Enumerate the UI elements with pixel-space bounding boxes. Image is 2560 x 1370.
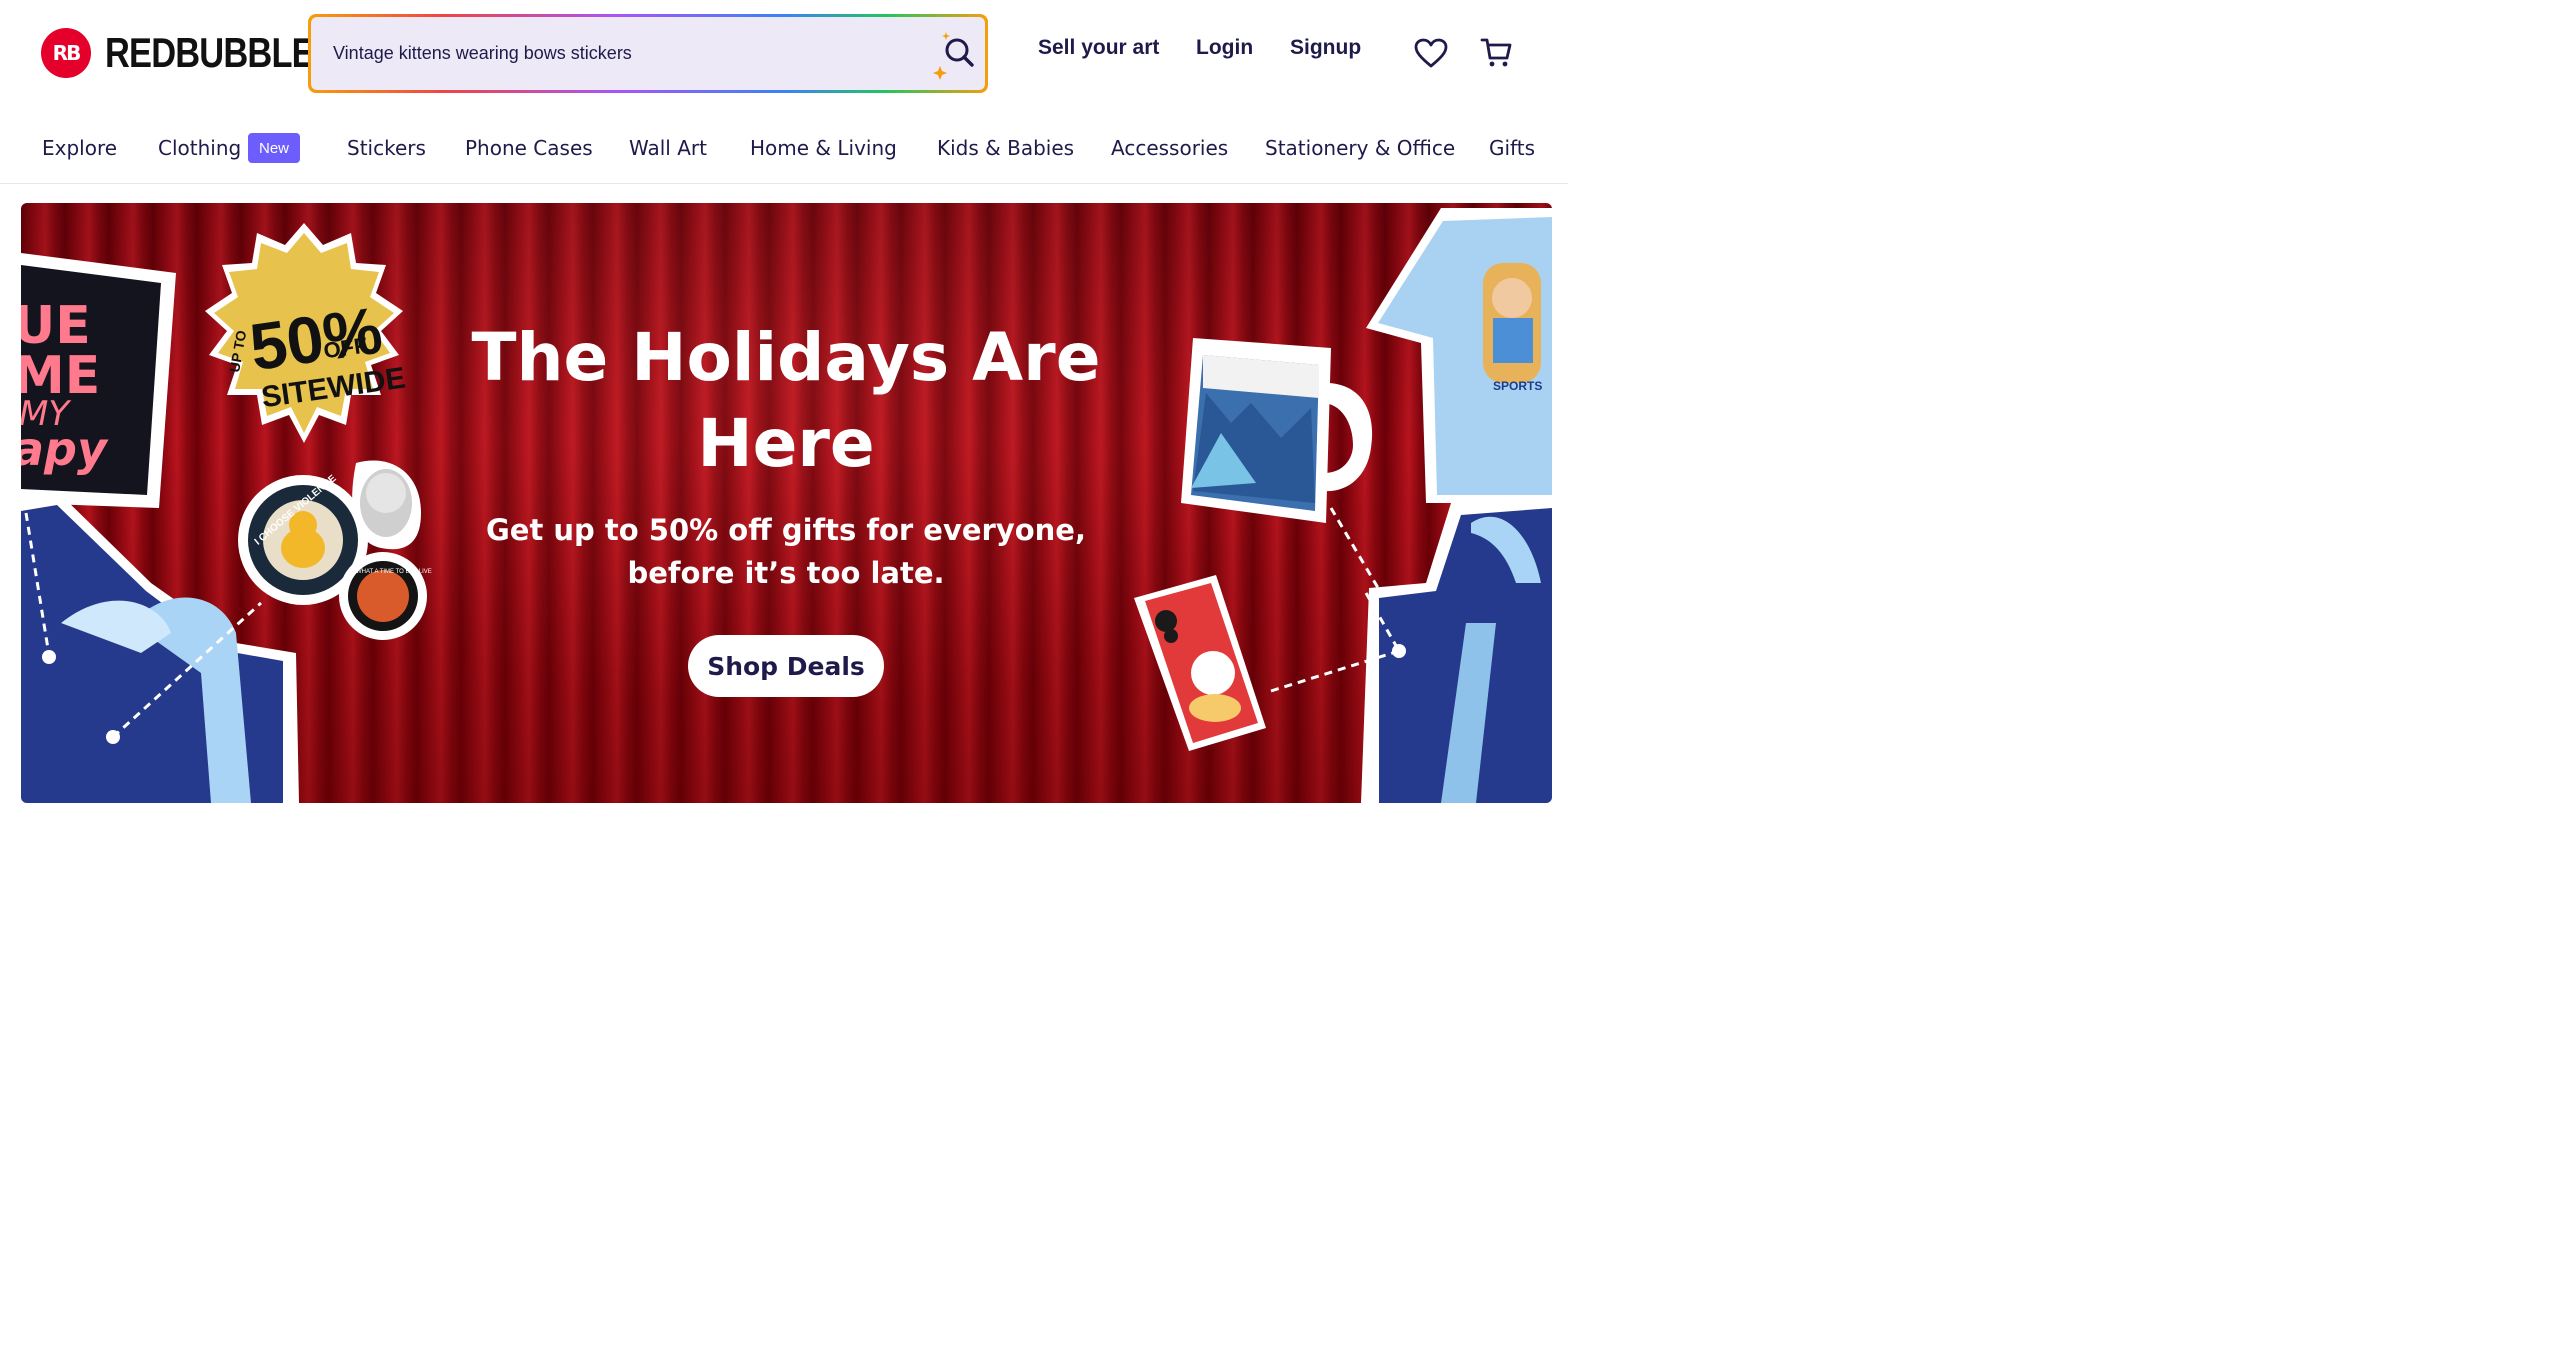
nav-item-explore[interactable]: Explore bbox=[42, 136, 117, 160]
sticker-cluster: I CHOOSE VIOLENCE WHAT A TIME TO BE ALIV… bbox=[238, 460, 432, 640]
rb-logo-mark: RB bbox=[41, 28, 91, 78]
nav-item-gifts[interactable]: Gifts bbox=[1489, 136, 1535, 160]
login-link[interactable]: Login bbox=[1196, 36, 1253, 60]
heart-icon bbox=[1414, 38, 1448, 68]
site-header: RB REDBUBBLE Sell your art Login Signup bbox=[0, 0, 1568, 110]
sell-your-art-link[interactable]: Sell your art bbox=[1038, 36, 1159, 60]
wishlist-button[interactable] bbox=[1412, 34, 1450, 72]
search-sparkle-icon bbox=[933, 31, 974, 80]
nav-item-wall-art[interactable]: Wall Art bbox=[629, 136, 707, 160]
phone-case-image bbox=[1134, 575, 1266, 751]
signup-link[interactable]: Signup bbox=[1290, 36, 1361, 60]
nav-item-accessories[interactable]: Accessories bbox=[1111, 136, 1228, 160]
mug-image bbox=[1181, 338, 1373, 523]
search-input[interactable] bbox=[333, 17, 925, 90]
search-bar bbox=[308, 14, 988, 93]
search-box bbox=[311, 17, 985, 90]
cart-button[interactable] bbox=[1478, 34, 1516, 72]
hero-subtitle: Get up to 50% off gifts for everyone, be… bbox=[485, 513, 1086, 590]
hero-title: The Holidays Are Here bbox=[471, 319, 1101, 482]
right-product-collage: SPORTS bbox=[1134, 208, 1552, 803]
search-button[interactable] bbox=[925, 17, 985, 90]
svg-text:apy: apy bbox=[21, 422, 109, 476]
nav-item-home-living[interactable]: Home & Living bbox=[750, 136, 897, 160]
nav-item-phone-cases[interactable]: Phone Cases bbox=[465, 136, 593, 160]
tshirt-image: SPORTS bbox=[1366, 208, 1552, 503]
new-badge: New bbox=[248, 133, 300, 163]
svg-text:WHAT A TIME TO BE ALIVE: WHAT A TIME TO BE ALIVE bbox=[356, 569, 432, 575]
discount-starburst-badge: UP TO 50% OFF SITEWIDE bbox=[205, 223, 408, 443]
hero-banner[interactable]: UE ME MY apy UP TO 50% OFF SITEWIDE I CH… bbox=[21, 203, 1552, 803]
left-product-collage: UE ME MY apy UP TO 50% OFF SITEWIDE I CH… bbox=[21, 223, 432, 803]
nav-item-stickers[interactable]: Stickers bbox=[347, 136, 426, 160]
gift-box-right bbox=[1361, 498, 1552, 803]
shop-deals-button[interactable]: Shop Deals bbox=[688, 635, 884, 697]
category-nav: Explore Clothing New Stickers Phone Case… bbox=[0, 112, 1568, 184]
logo-wordmark: REDBUBBLE bbox=[105, 29, 315, 76]
pillow-image: UE ME MY apy bbox=[21, 253, 176, 508]
nav-item-clothing[interactable]: Clothing bbox=[158, 136, 241, 160]
nav-item-stationery-office[interactable]: Stationery & Office bbox=[1265, 136, 1455, 160]
cart-icon bbox=[1480, 38, 1512, 67]
nav-item-kids-babies[interactable]: Kids & Babies bbox=[937, 136, 1074, 160]
svg-text:SPORTS: SPORTS bbox=[1493, 379, 1542, 393]
